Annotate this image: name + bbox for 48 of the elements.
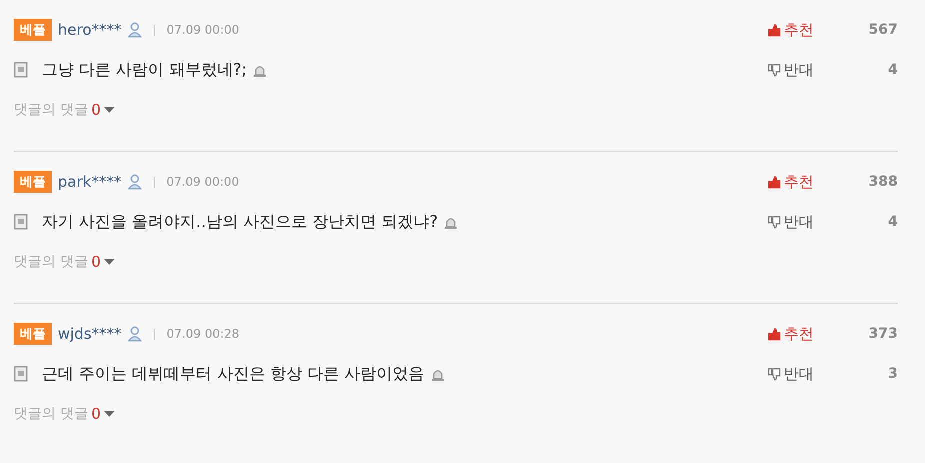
like-count: 567 (868, 22, 898, 38)
caret-icon[interactable] (104, 258, 115, 266)
best-badge: 베플 (14, 323, 52, 345)
document-icon (14, 214, 28, 230)
thumbs-down-icon (768, 216, 781, 228)
document-icon (14, 366, 28, 382)
best-badge: 베플 (14, 19, 52, 41)
dislike-button[interactable]: 반대 (768, 364, 814, 384)
thumbs-up-icon (768, 328, 781, 340)
caret-icon[interactable] (104, 410, 115, 418)
thumbs-down-icon (768, 64, 781, 76)
person-icon (128, 326, 142, 342)
replies-label: 댓글의 댓글 (14, 101, 88, 119)
person-icon (128, 22, 142, 38)
like-button[interactable]: 추천 (768, 324, 814, 344)
like-count: 373 (868, 326, 898, 342)
comment-text: 자기 사진을 올려야지..남의 사진으로 장난치면 되겠냐? (42, 212, 438, 232)
person-icon (128, 174, 142, 190)
replies-label: 댓글의 댓글 (14, 405, 88, 423)
replies-count: 0 (91, 101, 101, 119)
thumbs-up-icon (768, 176, 781, 188)
siren-icon[interactable] (253, 64, 268, 76)
dislike-count: 4 (888, 62, 898, 78)
replies-count: 0 (91, 405, 101, 423)
dislike-count: 4 (888, 214, 898, 230)
best-badge: 베플 (14, 171, 52, 193)
dislike-button[interactable]: 반대 (768, 60, 814, 80)
timestamp: 07.09 00:28 (166, 327, 240, 341)
username[interactable]: hero**** (58, 21, 122, 39)
username[interactable]: park**** (58, 173, 122, 191)
siren-icon[interactable] (444, 216, 458, 228)
thumbs-down-icon (768, 368, 781, 380)
like-button[interactable]: 추천 (768, 172, 814, 192)
username[interactable]: wjds**** (58, 325, 122, 343)
comment-text: 그냥 다른 사람이 돼부렀네?; (42, 60, 248, 80)
dislike-count: 3 (888, 366, 898, 382)
document-icon (14, 62, 28, 78)
like-button[interactable]: 추천 (768, 20, 814, 40)
thumbs-up-icon (768, 24, 781, 36)
caret-icon[interactable] (104, 106, 115, 114)
dislike-button[interactable]: 반대 (768, 212, 814, 232)
replies-label: 댓글의 댓글 (14, 253, 88, 271)
timestamp: 07.09 00:00 (166, 23, 240, 37)
siren-icon[interactable] (430, 368, 445, 380)
replies-count: 0 (91, 253, 101, 271)
comment-text: 근데 주이는 데뷔떼부터 사진은 항상 다른 사람이었음 (42, 364, 425, 384)
timestamp: 07.09 00:00 (166, 175, 240, 189)
like-count: 388 (868, 174, 898, 190)
